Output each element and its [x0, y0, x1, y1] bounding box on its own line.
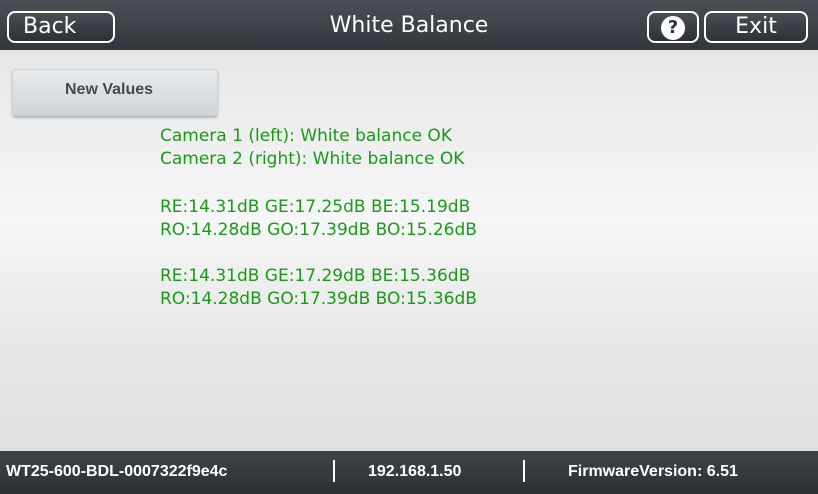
status-separator — [523, 460, 525, 482]
camera2-status-text: Camera 2 (right): White balance OK — [160, 149, 465, 169]
camera2-odd-values: RO:14.28dB GO:17.39dB BO:15.36dB — [160, 289, 477, 309]
status-separator — [333, 460, 335, 482]
camera2-even-values: RE:14.31dB GE:17.29dB BE:15.36dB — [160, 266, 471, 286]
camera1-status-text: Camera 1 (left): White balance OK — [160, 126, 452, 146]
camera1-even-values: RE:14.31dB GE:17.25dB BE:15.19dB — [160, 197, 471, 217]
back-button[interactable]: Back — [7, 11, 115, 43]
title-bar: Back White Balance ? Exit — [0, 0, 818, 50]
ip-address: 192.168.1.50 — [368, 463, 462, 480]
status-bar: WT25-600-BDL-0007322f9e4c 192.168.1.50 F… — [0, 451, 818, 494]
camera1-odd-values: RO:14.28dB GO:17.39dB BO:15.26dB — [160, 220, 477, 240]
page-title: White Balance — [329, 13, 489, 38]
app-screen: Back White Balance ? Exit New Values Cam… — [0, 0, 818, 494]
device-id: WT25-600-BDL-0007322f9e4c — [6, 463, 228, 480]
help-button[interactable]: ? — [647, 11, 699, 43]
exit-button[interactable]: Exit — [704, 11, 808, 43]
new-values-button[interactable]: New Values — [12, 69, 218, 117]
help-icon: ? — [661, 16, 685, 40]
firmware-version: FirmwareVersion: 6.51 — [568, 463, 738, 480]
